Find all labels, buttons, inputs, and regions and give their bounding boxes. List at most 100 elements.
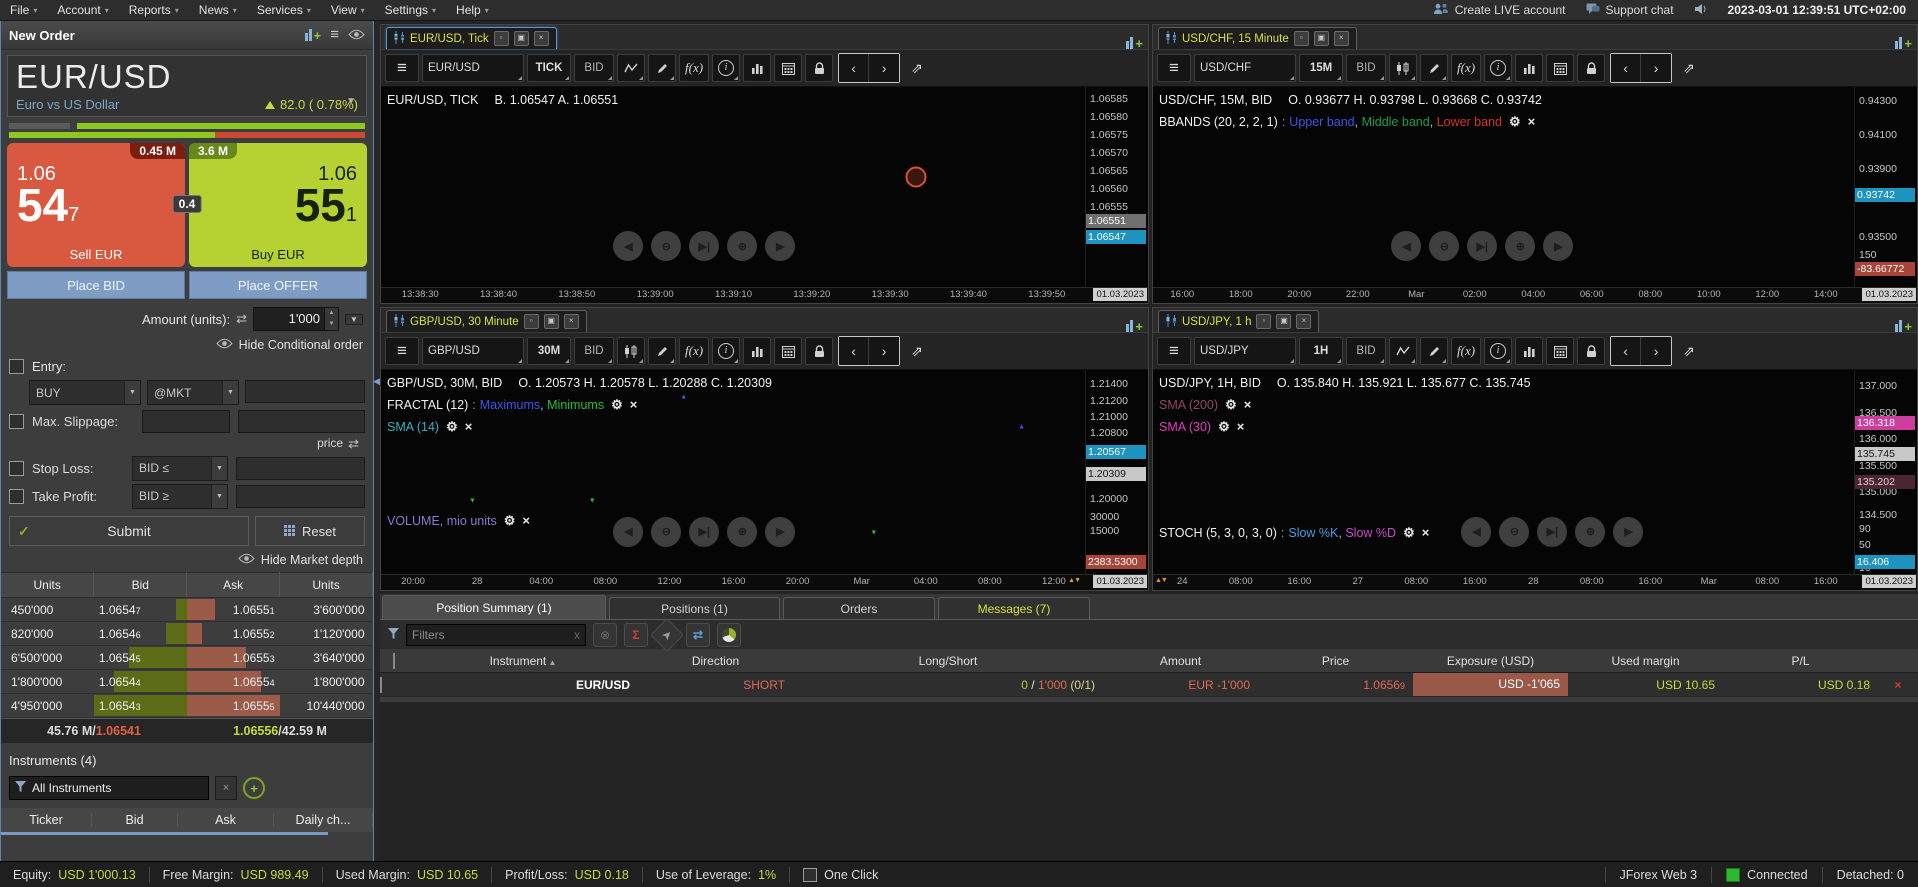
side-select[interactable]: BID [1346,54,1386,82]
chart-type-button[interactable] [1389,54,1417,82]
playback-controls[interactable]: ◀ ⊖ ▶| ⊕ ▶ [613,231,796,261]
playback-button[interactable]: ⊕ [727,231,758,261]
playback-button[interactable]: ⊕ [1505,231,1536,261]
price-axis[interactable]: 0.94300 0.94100 0.93900 0.93500 150 0.93742 -8… [1854,87,1917,287]
take-profit-checkbox[interactable] [9,488,24,504]
playback-button[interactable]: ⊖ [1499,516,1530,547]
period-select[interactable]: 15M [1299,54,1343,82]
close-icon[interactable]: × [533,31,549,46]
col-price[interactable]: Price [1258,654,1413,668]
chart-menu-button[interactable]: ≡ [385,337,419,365]
scroll-hint-icon[interactable]: ▲▼ [1155,577,1168,584]
vertical-splitter[interactable]: ◀ [373,20,380,862]
swap-icon[interactable]: ⇄ [348,436,359,452]
playback-button[interactable]: ▶ [765,516,796,547]
transfer-icon[interactable]: ⇄ [686,622,710,647]
depth-row[interactable]: 450'000 1.06547 1.06551 3'600'000 [1,597,373,622]
instruments-col-daily-ch-[interactable]: Daily ch... [274,813,373,827]
time-axis[interactable]: 16:00 18:00 20:00 22:00 Mar 02:00 04:00 06:00 08… [1153,287,1917,303]
chart-type-button[interactable] [617,54,645,82]
period-select[interactable]: TICK [527,54,571,82]
gear-icon[interactable]: ⚙ [446,419,458,434]
playback-button[interactable]: ◀ [1391,231,1422,261]
scroll-left-button[interactable]: ‹ [839,54,870,82]
tab-orders[interactable]: Orders [783,597,935,619]
buy-button[interactable]: 3.6 M 1.06 551 Buy EUR [189,143,367,267]
time-axis[interactable]: 13:38:30 13:38:40 13:38:50 13:39:00 13:39:10… [381,287,1148,303]
restore-icon[interactable]: ▣ [543,314,559,329]
depth-row[interactable]: 1'800'000 1.06544 1.06554 1'800'000 [1,669,373,694]
gear-icon[interactable]: ⚙ [1225,397,1237,412]
export-icon[interactable]: ⇗ [1675,337,1703,365]
chart-plot[interactable]: USD/JPY, 1H, BID O. 135.840 H. 135.921 L.… [1153,370,1854,574]
add-chart-icon[interactable]: + [1895,37,1912,50]
playback-button[interactable]: ◀ [1461,516,1492,547]
gear-icon[interactable]: ⚙ [1218,419,1230,434]
close-icon[interactable]: × [1296,314,1312,329]
menu-item-reports[interactable]: Reports ▾ [119,0,189,20]
playback-button[interactable]: ⊖ [1429,231,1460,261]
amount-dropdown[interactable]: ▼ [345,313,363,325]
minimize-icon[interactable]: ▫ [493,31,509,46]
one-click-checkbox[interactable] [803,867,818,882]
calendar-button[interactable] [774,337,803,365]
symbol-select[interactable]: GBP/USD [422,337,524,365]
chart-menu-button[interactable]: ≡ [385,54,419,82]
close-icon[interactable]: × [563,314,579,329]
remove-indicator-icon[interactable]: × [465,419,473,434]
info-button[interactable]: i [1484,54,1513,82]
swap-icon[interactable]: ⇄ [236,311,247,327]
menu-item-view[interactable]: View ▾ [321,0,375,20]
menu-item-help[interactable]: Help ▾ [446,0,499,20]
indicators-button[interactable]: f(x) [1451,54,1482,82]
info-button[interactable]: i [1484,337,1513,365]
scroll-right-button[interactable]: › [1641,54,1672,82]
playback-button[interactable]: ▶| [689,231,720,261]
menu-item-file[interactable]: File ▾ [0,0,47,20]
side-select[interactable]: BID [574,54,614,82]
chart-type-button[interactable] [617,337,645,365]
symbol-select[interactable]: USD/CHF [1194,54,1296,82]
horizontal-scrollbar[interactable] [1,832,329,835]
scroll-left-button[interactable]: ‹ [1611,54,1642,82]
hide-conditional-link[interactable]: Hide Conditional order [239,338,363,352]
depth-row[interactable]: 4'950'000 1.06543 1.06555 10'440'000 [1,693,373,718]
clear-filter-icon[interactable]: ⊗ [593,622,617,647]
histogram-button[interactable] [1515,337,1544,365]
chart-menu-button[interactable]: ≡ [1157,54,1191,82]
chevron-down-icon[interactable]: ▼ [346,96,356,107]
price-axis[interactable]: 1.21400 1.21200 1.21000 1.20800 1.20000 30000… [1085,370,1148,574]
stop-loss-field[interactable] [236,456,365,480]
place-bid-button[interactable]: Place BID [7,271,185,299]
side-select[interactable]: BID [1346,337,1386,365]
draw-tool-button[interactable] [1420,337,1448,365]
side-select[interactable]: BID [574,337,614,365]
tab-positions-1-[interactable]: Positions (1) [609,597,780,619]
draw-tool-button[interactable] [1420,54,1448,82]
price-axis[interactable]: 1.06585 1.06580 1.06575 1.06570 1.06565 1.065… [1085,87,1148,287]
depth-row[interactable]: 820'000 1.06546 1.06552 1'120'000 [1,621,373,646]
minimize-icon[interactable]: ▫ [523,314,539,329]
entry-checkbox[interactable] [9,359,24,374]
col-p-l[interactable]: P/L [1723,654,1878,668]
chart-plot[interactable]: EUR/USD, TICK B. 1.06547 A. 1.06551 ◀ ⊖ ▶| ⊕… [381,87,1085,287]
playback-controls[interactable]: ◀ ⊖ ▶| ⊕ ▶ [1461,516,1644,547]
lock-button[interactable] [1577,337,1606,365]
close-icon[interactable]: × [1333,31,1349,46]
amount-stepper[interactable]: ▲ ▼ [324,308,338,330]
chart-plot[interactable]: GBP/USD, 30M, BID O. 1.20573 H. 1.20578 L… [381,370,1085,574]
depth-row[interactable]: 6'500'000 1.06545 1.06553 3'640'000 [1,645,373,670]
info-button[interactable]: i [712,54,741,82]
lock-button[interactable] [805,337,834,365]
collapse-left-icon[interactable]: ◀ [373,376,380,387]
chart-tab[interactable]: GBP/USD, 30 Minute ▫ ▣ × [386,310,587,414]
chart-menu-button[interactable]: ≡ [1157,337,1191,365]
add-chart-icon[interactable]: + [1895,320,1912,333]
row-checkbox[interactable] [380,676,382,693]
select-all-checkbox[interactable] [393,652,395,669]
playback-button[interactable]: ▶| [1467,231,1498,261]
positions-filter-input[interactable]: Filters x [406,623,586,646]
gear-icon[interactable]: ⚙ [1403,525,1415,540]
hide-market-depth-link[interactable]: Hide Market depth [261,553,363,567]
submit-button[interactable]: ✓ Submit [9,516,249,546]
